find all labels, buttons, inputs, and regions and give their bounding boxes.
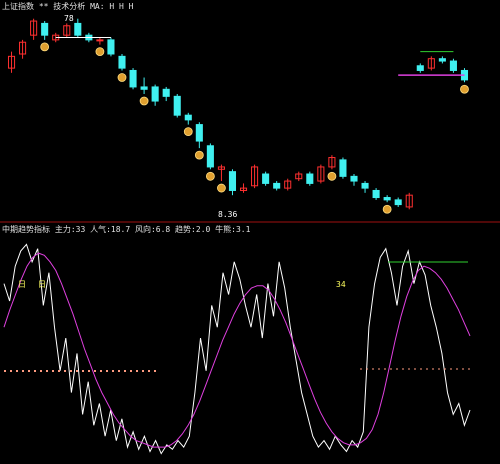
signal-coin-icon — [205, 171, 215, 181]
candle-up — [96, 39, 104, 42]
candle-down — [339, 159, 347, 177]
candle-down — [206, 145, 214, 168]
bottom-panel-header: 中期趋势指标 主力:33 人气:18.7 风向:6.8 趋势:2.0 牛熊:3.… — [2, 225, 251, 234]
candle-down — [372, 189, 380, 199]
signal-coin-icon — [460, 84, 469, 94]
price-label-upper: 78 — [64, 14, 74, 23]
signal-coin-icon — [139, 96, 149, 106]
candle-down — [449, 60, 457, 71]
signal-coin-icon — [217, 183, 226, 193]
candle-down — [361, 182, 369, 189]
signal-coin-icon — [327, 171, 337, 181]
candle-down — [140, 86, 148, 90]
candle-down — [416, 65, 424, 71]
candle-down — [118, 55, 126, 69]
candle-down — [195, 124, 203, 142]
signal-coin-icon — [95, 47, 105, 56]
candle-down — [151, 86, 159, 102]
candle-down — [383, 197, 391, 201]
candle-down — [173, 95, 181, 116]
candle-down — [129, 69, 137, 88]
candle-down — [41, 22, 49, 36]
chart-stage: 上证指数 ** 技术分析 MA: H H H 中期趋势指标 主力:33 人气:1… — [0, 0, 500, 464]
candle-down — [162, 88, 170, 97]
candle-down — [438, 58, 446, 62]
candle-down — [184, 114, 192, 121]
candle-down — [273, 182, 281, 189]
signal-coin-icon — [382, 204, 392, 214]
candle-down — [394, 199, 402, 206]
oscillator-line-white — [3, 243, 471, 455]
candle-down — [74, 22, 82, 36]
marker-tr: 34 — [336, 280, 346, 289]
price-label-lower: 8.36 — [218, 210, 238, 219]
candle-down — [107, 39, 115, 55]
top-panel-header: 上证指数 ** 技术分析 MA: H H H — [2, 2, 134, 11]
signal-coin-icon — [183, 127, 193, 136]
candle-down — [306, 173, 314, 184]
candle-down — [228, 171, 237, 191]
signal-coin-icon — [117, 73, 127, 82]
candle-down — [262, 173, 270, 184]
candle-down — [350, 175, 358, 182]
marker-tm: 日 — [38, 280, 46, 289]
signal-coin-icon — [40, 42, 50, 52]
marker-tl: 日 — [18, 280, 26, 289]
signal-coin-icon — [194, 150, 204, 160]
